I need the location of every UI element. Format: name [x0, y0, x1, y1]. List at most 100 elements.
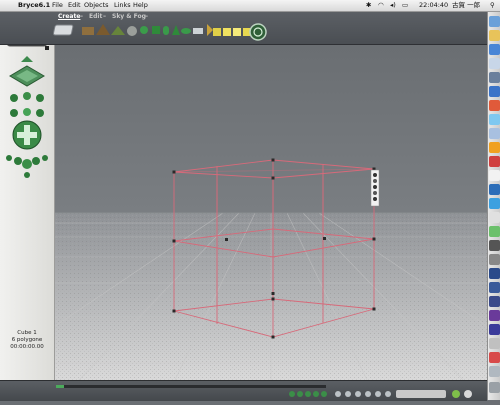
keyframe-icon[interactable]	[321, 391, 327, 397]
bluetooth-icon[interactable]: ✱	[366, 0, 371, 11]
menu-objects[interactable]: Objects	[84, 0, 109, 11]
cube-icon[interactable]	[152, 26, 160, 34]
symmetric-lattice-icon[interactable]	[207, 24, 213, 36]
trash-icon[interactable]	[489, 382, 500, 393]
infinite-plane-icon[interactable]	[52, 24, 74, 36]
selection-palette[interactable]	[396, 390, 446, 398]
app-menu[interactable]: Bryce6.1	[18, 0, 50, 11]
finder-icon[interactable]	[489, 16, 500, 27]
rock-icon[interactable]	[96, 24, 110, 35]
sphere-button[interactable]	[6, 155, 12, 161]
tree-icon[interactable]	[111, 26, 125, 35]
sphere-button[interactable]	[23, 108, 31, 116]
render-icon[interactable]	[335, 391, 341, 397]
menu-bar: Bryce6.1 File Edit Objects Links Help ✱ …	[0, 0, 500, 12]
battery-icon[interactable]: ▭	[402, 0, 408, 11]
timeline-scrubber[interactable]	[56, 385, 64, 388]
textedit-icon[interactable]	[489, 170, 500, 181]
volume-icon[interactable]: ◂)	[390, 0, 396, 11]
timeline-track[interactable]	[56, 385, 326, 388]
link-icon[interactable]	[373, 191, 377, 195]
stone-icon[interactable]	[127, 26, 137, 36]
mail-icon[interactable]	[489, 58, 500, 69]
app-icon[interactable]	[489, 156, 500, 167]
app-icon[interactable]	[489, 184, 500, 195]
render-buttons	[335, 391, 391, 397]
safari-icon[interactable]	[489, 44, 500, 55]
edit-object-icon[interactable]	[373, 197, 377, 201]
sphere-icon[interactable]	[140, 26, 148, 34]
menu-edit[interactable]: Edit	[68, 0, 81, 11]
scene-canvas[interactable]	[55, 45, 487, 380]
sphere-button[interactable]	[22, 159, 32, 169]
rewind-icon[interactable]	[289, 391, 295, 397]
material-icon[interactable]	[373, 185, 377, 189]
aftereffects-icon[interactable]	[489, 324, 500, 335]
sphere-button[interactable]	[42, 155, 48, 161]
arrow-up-icon[interactable]	[21, 56, 33, 62]
indesign-icon[interactable]	[489, 296, 500, 307]
zoom-icon[interactable]	[385, 391, 391, 397]
sky-background	[55, 45, 487, 213]
attributes-icon[interactable]	[373, 173, 377, 177]
iphoto-icon[interactable]	[489, 128, 500, 139]
premiere-icon[interactable]	[489, 310, 500, 321]
menubar-clock[interactable]: 22:04:40	[419, 0, 448, 11]
app-icon[interactable]	[489, 352, 500, 363]
render-options-icon[interactable]	[345, 391, 351, 397]
menu-file[interactable]: File	[52, 0, 63, 11]
forward-icon[interactable]	[305, 391, 311, 397]
sphere-button[interactable]	[36, 94, 44, 102]
create-object-icons	[52, 23, 267, 41]
ical-icon[interactable]	[489, 100, 500, 111]
animation-timeline	[0, 380, 487, 401]
scene-viewport[interactable]	[55, 45, 487, 380]
play-icon[interactable]	[297, 391, 303, 397]
app-icon[interactable]	[489, 226, 500, 237]
square-plane-icon[interactable]	[193, 28, 203, 34]
record-icon[interactable]	[313, 391, 319, 397]
picture-icon[interactable]	[213, 28, 221, 36]
light-spot-icon[interactable]	[223, 28, 231, 36]
memory-dots-icon[interactable]	[355, 391, 361, 397]
bryce-logo-icon[interactable]	[249, 23, 267, 41]
addressbook-icon[interactable]	[489, 86, 500, 97]
app-icon[interactable]	[489, 254, 500, 265]
sphere-button[interactable]	[36, 109, 44, 117]
selection-toggle-icon[interactable]	[452, 390, 460, 398]
torus-icon[interactable]	[181, 28, 191, 34]
crosshair-horizontal	[17, 132, 37, 138]
photoshop-icon[interactable]	[489, 268, 500, 279]
golive-icon[interactable]	[489, 282, 500, 293]
help-icon[interactable]	[464, 390, 472, 398]
menu-links[interactable]: Links	[114, 0, 131, 11]
sphere-button[interactable]	[24, 172, 30, 178]
wifi-icon[interactable]: ◠	[378, 0, 384, 11]
menu-help[interactable]: Help	[133, 0, 148, 11]
app-icon[interactable]	[489, 338, 500, 349]
preview-icon[interactable]	[489, 212, 500, 223]
preview-toggle-icon[interactable]	[45, 46, 49, 50]
sphere-button[interactable]	[32, 157, 40, 165]
itunes-icon[interactable]	[489, 114, 500, 125]
sphere-button[interactable]	[23, 92, 31, 100]
menubar-user[interactable]: 古賀 一郎	[452, 0, 480, 11]
display-mode-icon[interactable]	[375, 391, 381, 397]
sphere-button[interactable]	[10, 94, 18, 102]
light-radial-icon[interactable]	[233, 28, 241, 36]
terrain-icon[interactable]	[82, 27, 94, 35]
terminal-icon[interactable]	[489, 240, 500, 251]
family-icon[interactable]	[373, 179, 377, 183]
dashboard-icon[interactable]	[489, 30, 500, 41]
sphere-button[interactable]	[10, 109, 18, 117]
spotlight-icon[interactable]: ⚲	[490, 0, 495, 11]
cylinder-icon[interactable]	[163, 26, 169, 35]
object-attributes-widget[interactable]	[370, 169, 380, 207]
vlc-icon[interactable]	[489, 142, 500, 153]
folder-icon[interactable]	[489, 366, 500, 377]
view-control-icon[interactable]	[365, 391, 371, 397]
ichat-icon[interactable]	[489, 72, 500, 83]
sphere-button[interactable]	[14, 157, 22, 165]
app-icon[interactable]	[489, 198, 500, 209]
cone-icon[interactable]	[172, 25, 180, 35]
